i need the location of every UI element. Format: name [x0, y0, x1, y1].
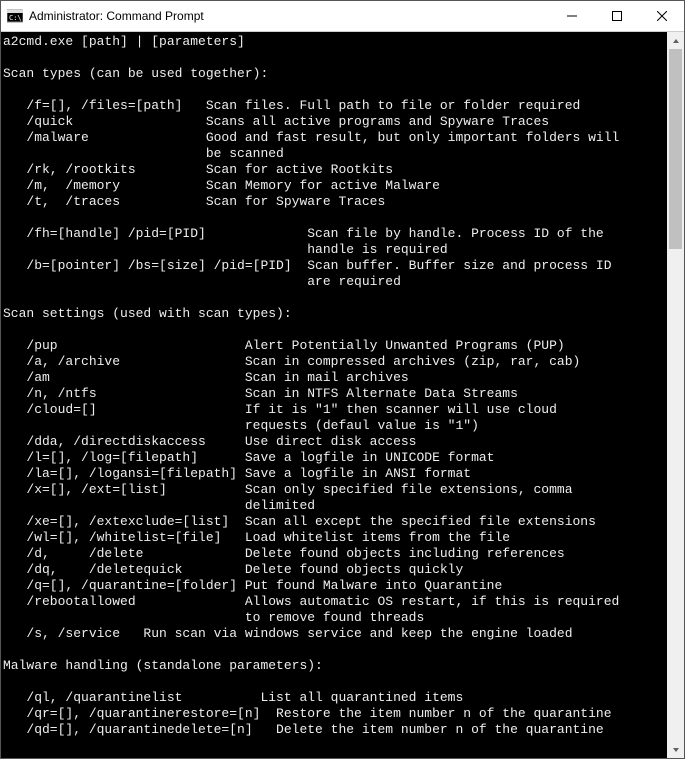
cmd-icon: C:\: [7, 8, 23, 24]
scroll-down-arrow[interactable]: [667, 741, 684, 758]
maximize-button[interactable]: [594, 1, 639, 31]
terminal-output[interactable]: a2cmd.exe [path] | [parameters] Scan typ…: [1, 32, 667, 758]
scroll-up-arrow[interactable]: [667, 32, 684, 49]
window-title: Administrator: Command Prompt: [29, 9, 549, 23]
terminal-area: a2cmd.exe [path] | [parameters] Scan typ…: [1, 32, 684, 758]
vertical-scrollbar[interactable]: [667, 32, 684, 758]
minimize-button[interactable]: [549, 1, 594, 31]
scroll-thumb[interactable]: [669, 49, 682, 249]
close-button[interactable]: [639, 1, 684, 31]
window-controls: [549, 1, 684, 31]
command-prompt-window: C:\ Administrator: Command Prompt a2cmd.…: [0, 0, 685, 759]
svg-text:C:\: C:\: [9, 14, 22, 22]
titlebar: C:\ Administrator: Command Prompt: [1, 1, 684, 32]
